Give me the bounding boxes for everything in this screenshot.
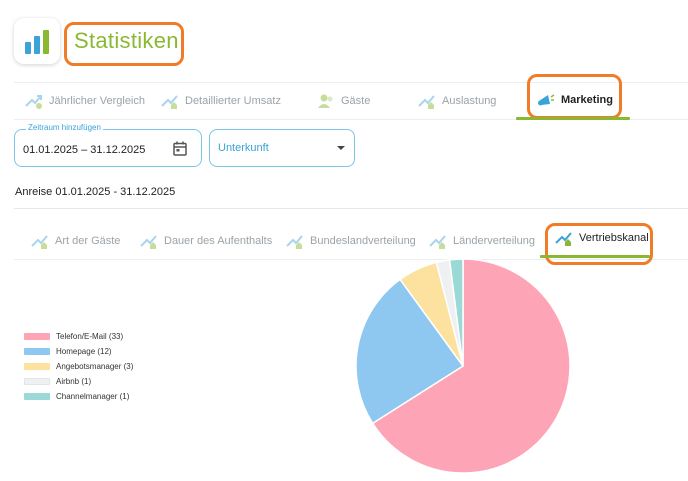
sales-channel-pie-chart (355, 258, 571, 474)
statistics-page: Statistiken Jährlicher Vergleich Detaill… (0, 0, 688, 481)
